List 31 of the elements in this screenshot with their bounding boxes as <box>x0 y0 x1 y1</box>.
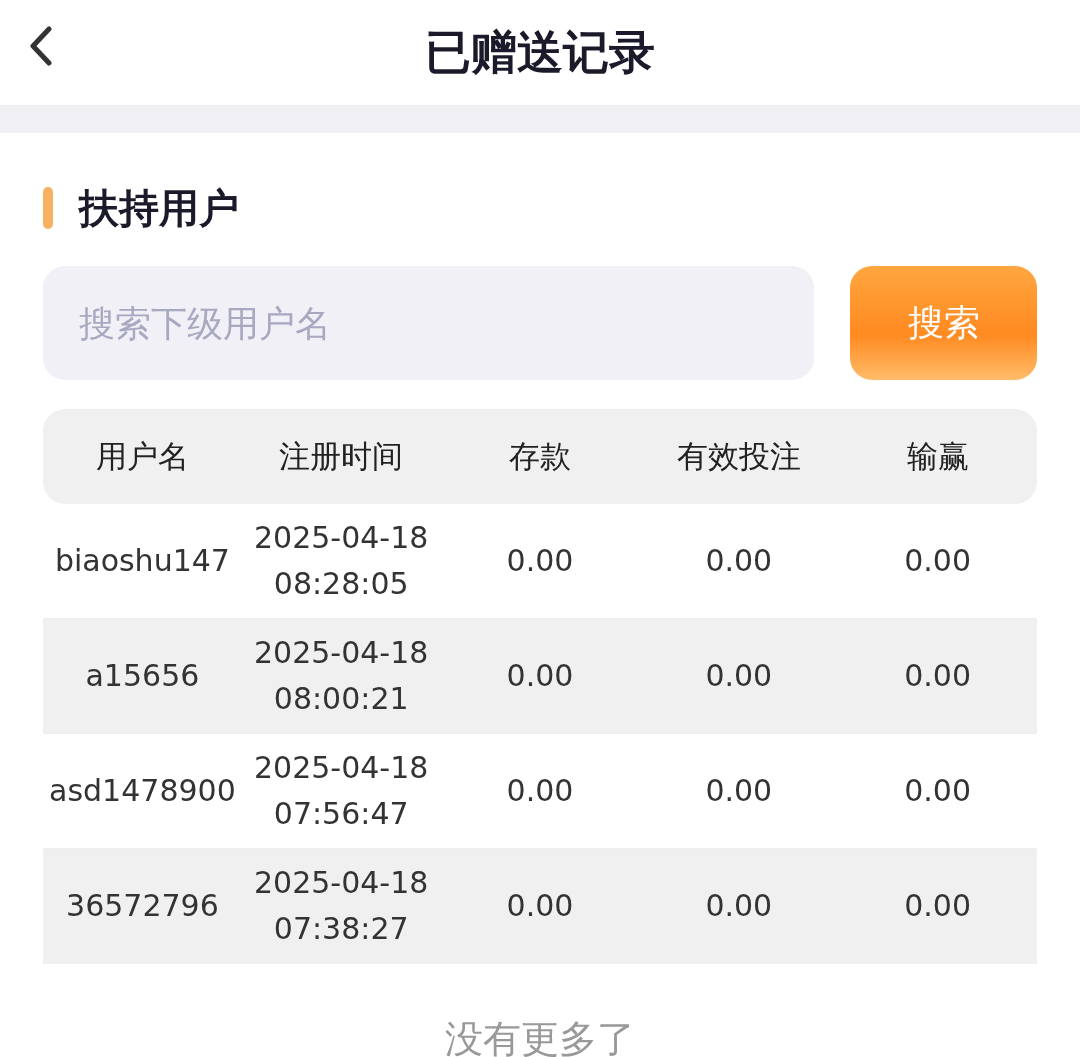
table-cell-text: 0.00 <box>704 887 774 925</box>
column-header: 用户名 <box>94 436 190 476</box>
table-cell-text: a15656 <box>84 657 201 695</box>
table-cell-text: 2025-04-18 08:28:05 <box>253 519 430 603</box>
accent-bar <box>43 187 53 229</box>
table-cell-text: 0.00 <box>704 657 774 695</box>
table-cell-text: 2025-04-18 07:56:47 <box>253 749 430 833</box>
table-cell-text: biaoshu147 <box>53 542 231 580</box>
table-cell-text: 0.00 <box>903 887 972 925</box>
table-cell-text: 0.00 <box>704 772 774 810</box>
table-cell-text: 0.00 <box>505 772 575 810</box>
table-cell-text: 2025-04-18 08:00:21 <box>253 634 430 718</box>
search-button[interactable]: 搜索 <box>850 266 1037 380</box>
search-field[interactable]: 搜索下级用户名 <box>43 266 814 380</box>
column-header: 输赢 <box>905 436 970 476</box>
table-cell-text: 0.00 <box>903 542 972 580</box>
table-cell-text: 36572796 <box>65 887 220 925</box>
column-header: 有效投注 <box>675 436 802 476</box>
table-cell-text: asd1478900 <box>48 772 237 810</box>
table-cell-text: 0.00 <box>505 887 575 925</box>
table-cell-text: 0.00 <box>505 542 575 580</box>
section-title: 扶持用户 <box>79 183 239 233</box>
table-cell-text: 0.00 <box>505 657 575 695</box>
column-header: 存款 <box>508 436 572 476</box>
back-icon <box>28 26 54 66</box>
table-cell-text: 0.00 <box>704 542 774 580</box>
table-cell-text: 0.00 <box>903 772 972 810</box>
column-header: 注册时间 <box>278 436 405 476</box>
page-title: 已赠送记录 <box>425 23 655 81</box>
table-cell-text: 2025-04-18 07:38:27 <box>253 864 430 948</box>
table-cell-text: 0.00 <box>903 657 972 695</box>
